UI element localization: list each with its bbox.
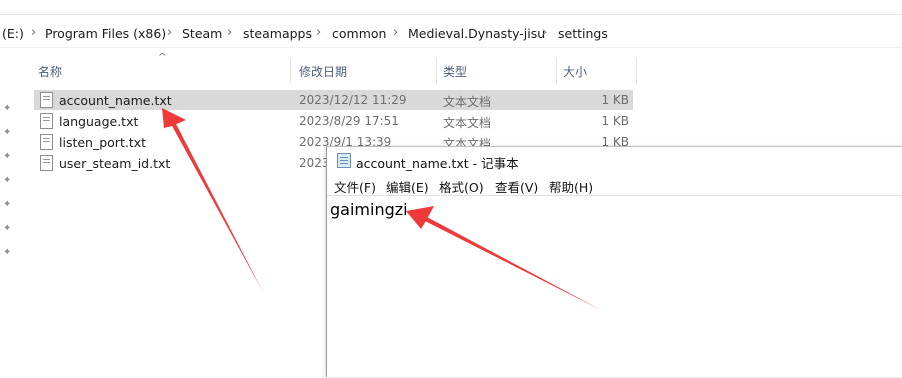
breadcrumb-separator: › [167, 25, 173, 40]
text-file-icon [40, 92, 53, 108]
breadcrumb-separator: › [542, 25, 548, 40]
file-row[interactable]: language.txt 2023/8/29 17:51 文本文档 1 KB [34, 111, 633, 131]
notepad-content: gaimingzi [330, 200, 408, 219]
breadcrumb-separator: › [393, 25, 399, 40]
breadcrumb-separator: › [227, 25, 233, 40]
breadcrumb-steam[interactable]: Steam [182, 26, 222, 41]
file-size: 1 KB [601, 114, 629, 128]
notepad-icon [337, 153, 351, 168]
notepad-window[interactable]: account_name.txt - 记事本 文件(F) 编辑(E) 格式(O)… [326, 146, 902, 377]
file-name: listen_port.txt [59, 135, 147, 150]
pin-icon[interactable]: ✦ [3, 224, 13, 234]
column-header-modified[interactable]: 修改日期 [299, 63, 347, 80]
notepad-title: account_name.txt - 记事本 [356, 156, 519, 171]
column-divider[interactable] [436, 58, 437, 84]
menu-file[interactable]: 文件(F) [334, 177, 376, 196]
pin-icon[interactable]: ✦ [3, 104, 13, 114]
toolbar-strip [0, 0, 902, 15]
pin-icon[interactable]: ✦ [3, 128, 13, 138]
file-size: 1 KB [601, 93, 629, 107]
breadcrumb-drive[interactable]: (E:) [2, 26, 24, 41]
sort-ascending-icon: ^ [158, 52, 167, 63]
file-row[interactable]: account_name.txt 2023/12/12 11:29 文本文档 1… [34, 90, 633, 110]
breadcrumb-separator: › [31, 25, 37, 40]
text-file-icon [40, 113, 53, 129]
column-header-type[interactable]: 类型 [443, 63, 467, 80]
breadcrumb-program-files[interactable]: Program Files (x86) [45, 26, 166, 41]
file-modified: 2023/12/12 11:29 [299, 93, 407, 107]
menu-edit[interactable]: 编辑(E) [386, 177, 429, 196]
column-divider[interactable] [290, 58, 291, 84]
column-divider[interactable] [556, 58, 557, 84]
pin-icon[interactable]: ✦ [3, 152, 13, 162]
column-divider[interactable] [636, 58, 637, 84]
file-name: user_steam_id.txt [59, 156, 171, 171]
pin-icon[interactable]: ✦ [3, 176, 13, 186]
file-modified: 2023/8/29 17:51 [299, 114, 399, 128]
breadcrumb-separator: › [316, 25, 322, 40]
notepad-text-area[interactable]: gaimingzi [327, 195, 902, 378]
text-file-icon [40, 155, 53, 171]
breadcrumb-settings[interactable]: settings [558, 26, 608, 41]
file-type: 文本文档 [443, 116, 492, 130]
breadcrumb-steamapps[interactable]: steamapps [243, 26, 312, 41]
notepad-menu-bar: 文件(F) 编辑(E) 格式(O) 查看(V) 帮助(H) [327, 174, 902, 196]
menu-view[interactable]: 查看(V) [495, 177, 538, 196]
breadcrumb-game-folder[interactable]: Medieval.Dynasty-jisu [408, 26, 545, 41]
notepad-title-bar[interactable]: account_name.txt - 记事本 [327, 147, 902, 173]
file-type: 文本文档 [443, 95, 492, 109]
file-modified: 2023 [299, 156, 330, 170]
file-name: account_name.txt [59, 93, 172, 108]
menu-format[interactable]: 格式(O) [439, 177, 484, 196]
menu-help[interactable]: 帮助(H) [549, 177, 593, 196]
breadcrumb-common[interactable]: common [332, 26, 386, 41]
file-name: language.txt [59, 114, 139, 129]
column-header-name[interactable]: 名称 [38, 63, 62, 80]
text-file-icon [40, 134, 53, 150]
pin-icon[interactable]: ✦ [3, 200, 13, 210]
column-header-size[interactable]: 大小 [563, 63, 587, 80]
pin-icon[interactable]: ✦ [3, 248, 13, 258]
address-bar[interactable]: (E:) › Program Files (x86) › Steam › ste… [0, 20, 902, 48]
